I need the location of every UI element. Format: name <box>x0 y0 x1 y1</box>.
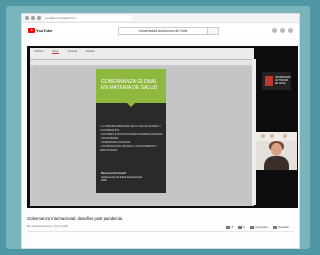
ribbon-tab-file[interactable]: Archivo <box>34 49 43 53</box>
webcam-background <box>256 132 297 141</box>
ribbon-tab-home[interactable]: Inicio <box>52 49 59 54</box>
slide-title-notch <box>126 102 136 107</box>
presenter-body <box>264 156 289 170</box>
thumbs-down-icon <box>238 225 243 229</box>
presenter-webcam <box>256 132 297 170</box>
reload-icon[interactable] <box>37 16 41 20</box>
notifications-icon[interactable] <box>280 28 285 33</box>
share-icon <box>249 225 254 229</box>
forward-icon[interactable] <box>31 16 35 20</box>
slide: GOBERNANZA GLOBAL EN MATERIA DE SALUD • … <box>96 69 166 193</box>
apps-icon[interactable] <box>272 28 277 33</box>
avatar[interactable] <box>288 28 293 33</box>
save-icon <box>272 225 277 229</box>
presentation-ribbon: Archivo Inicio Insertar Diseño <box>30 48 254 60</box>
slide-bullet: • COOPERACIÓN TÉCNICA, CONOCIMIENTO Y EF… <box>100 145 158 152</box>
video-meta: 84 visualizaciones • 9 jun 2022 <box>27 224 69 228</box>
search-button[interactable] <box>207 27 219 35</box>
youtube-play-icon <box>28 28 35 33</box>
slide-canvas: GOBERNANZA GLOBAL EN MATERIA DE SALUD • … <box>33 67 251 204</box>
youtube-logo-text: YouTube <box>36 28 53 33</box>
thumbs-up-icon <box>226 225 231 229</box>
video-actions: 8 0 Compartir Guardar <box>226 225 289 229</box>
slide-footer-line: 2022 <box>101 179 107 182</box>
youtube-header: YouTube Universidad Autónoma de Chile <box>22 23 299 38</box>
slide-bullet-list: • LA TRANSFORMACIÓN DE LA SALUD GLOBAL Y… <box>100 125 164 153</box>
ribbon-tab-design[interactable]: Diseño <box>86 49 95 53</box>
share-button[interactable]: Compartir <box>249 225 268 229</box>
back-icon[interactable] <box>25 16 29 20</box>
video-title: Gobernanza Internacional: desafíos post … <box>27 216 122 221</box>
presentation-toolbar <box>30 60 254 65</box>
youtube-logo[interactable]: YouTube <box>28 28 53 33</box>
presentation-window: Archivo Inicio Insertar Diseño GOBERNANZ… <box>30 48 256 206</box>
url-field[interactable]: youtube.com/watch?v=... <box>42 15 132 21</box>
institution-crest-icon <box>265 76 273 86</box>
browser-window: youtube.com/watch?v=... YouTube Universi… <box>22 14 299 248</box>
institution-logo: UNIVERSIDAD AUTÓNOMA DE CHILE <box>262 72 291 90</box>
slide-bullet: • LA TRANSFORMACIÓN DE LA SALUD GLOBAL Y… <box>100 125 161 132</box>
presenter-face <box>271 143 282 156</box>
dislike-button[interactable]: 0 <box>238 225 245 229</box>
slide-footer: Recursos Personal? Gobernanza de Salud I… <box>101 172 161 183</box>
like-button[interactable]: 8 <box>226 225 233 229</box>
slide-title: GOBERNANZA GLOBAL EN MATERIA DE SALUD <box>101 79 158 91</box>
institution-logo-text: UNIVERSIDAD AUTÓNOMA DE CHILE <box>275 77 291 85</box>
search-input[interactable]: Universidad Autónoma de Chile <box>118 27 208 35</box>
save-button[interactable]: Guardar <box>272 225 289 229</box>
video-player[interactable]: Archivo Inicio Insertar Diseño GOBERNANZ… <box>27 46 298 208</box>
ribbon-tab-insert[interactable]: Insertar <box>68 49 77 53</box>
browser-address-bar: youtube.com/watch?v=... <box>22 14 299 23</box>
divider <box>27 231 293 232</box>
